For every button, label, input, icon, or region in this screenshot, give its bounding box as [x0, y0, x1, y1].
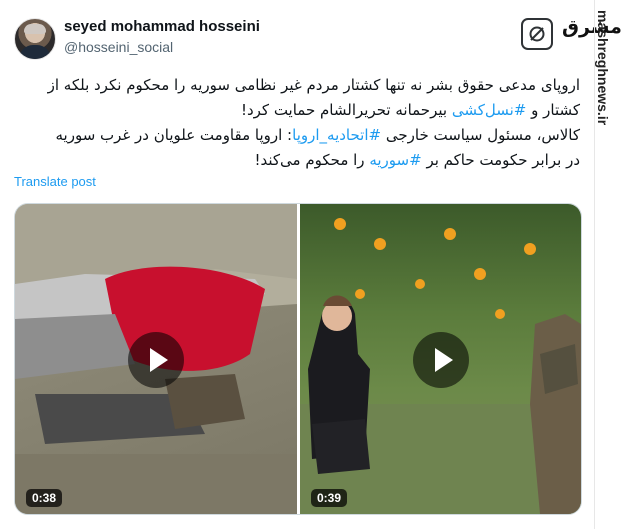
- translate-post-link[interactable]: Translate post: [14, 174, 96, 189]
- watermark-url: mashreghnews.ir: [595, 10, 611, 126]
- avatar[interactable]: [14, 18, 56, 60]
- video-thumbnail[interactable]: 0:38: [15, 204, 297, 514]
- tweet-line: در برابر حکومت حاکم بر #سوریه را محکوم م…: [254, 151, 580, 169]
- play-icon[interactable]: [413, 332, 469, 388]
- tweet-line: کشتار و #نسل‌کشی بیرحمانه تحریرالشام حما…: [240, 101, 580, 119]
- media-grid: 0:38 0:39: [14, 203, 582, 515]
- hashtag-link[interactable]: #اتحادیه_اروپا: [292, 126, 381, 144]
- tweet-card: seyed mohammad hosseini @hosseini_social…: [0, 0, 622, 529]
- side-watermark: mashreghnews.ir: [595, 10, 623, 520]
- tweet-line: اروپای مدعی حقوق بشر نه تنها کشتار مردم …: [47, 76, 580, 94]
- video-duration: 0:39: [311, 489, 348, 507]
- video-thumbnail[interactable]: 0:39: [300, 204, 581, 514]
- author-handle[interactable]: @hosseini_social: [64, 39, 173, 55]
- hashtag-link[interactable]: #سوریه: [369, 151, 421, 169]
- tweet-line: کالاس، مسئول سیاست خارجی #اتحادیه_اروپا:…: [55, 126, 580, 144]
- video-duration: 0:38: [26, 489, 63, 507]
- play-icon[interactable]: [128, 332, 184, 388]
- tweet-text: اروپای مدعی حقوق بشر نه تنها کشتار مردم …: [14, 73, 580, 173]
- author-name[interactable]: seyed mohammad hosseini: [64, 18, 260, 35]
- hashtag-link[interactable]: #نسل‌کشی: [452, 101, 527, 119]
- mashregh-logo-icon: [521, 18, 553, 50]
